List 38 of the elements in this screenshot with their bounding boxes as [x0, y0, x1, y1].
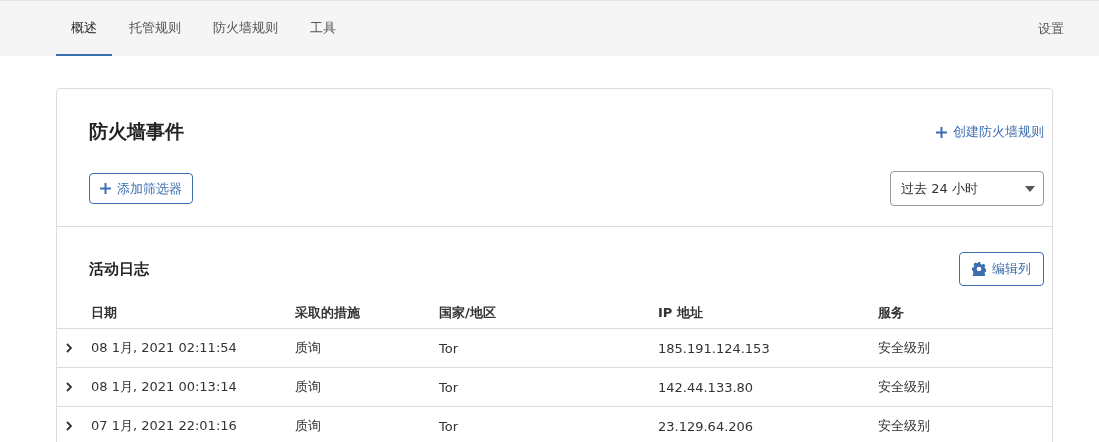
- table-cell: 质询: [295, 418, 321, 433]
- caret-icon: [1025, 185, 1035, 192]
- table-cell: 08 1月, 2021 00:13:14: [91, 379, 237, 394]
- plus-icon: [100, 183, 111, 194]
- table-cell: Tor: [439, 379, 459, 395]
- chevron-icon[interactable]: [66, 382, 73, 392]
- table-cell: 质询: [295, 379, 321, 394]
- column-header: 日期: [91, 298, 295, 329]
- nav-tab[interactable]: 托管规则: [114, 1, 196, 56]
- column-header: 国家/地区: [439, 298, 658, 329]
- table-cell: 23.129.64.206: [658, 418, 754, 434]
- time-range-dropdown[interactable]: 过去 24 小时: [890, 171, 1044, 206]
- settings-link[interactable]: 设置: [1038, 19, 1064, 38]
- add-filter-button[interactable]: 添加筛选器: [89, 173, 193, 204]
- create-rule-link[interactable]: 创建防火墙规则: [936, 123, 1044, 141]
- chevron-icon[interactable]: [66, 421, 73, 431]
- table-cell: Tor: [439, 418, 459, 434]
- nav-tab[interactable]: 防火墙规则: [198, 1, 293, 56]
- column-header: 服务: [878, 298, 1052, 329]
- column-header: IP 地址: [658, 298, 878, 329]
- table-cell: 安全级别: [878, 418, 930, 433]
- table-cell: Tor: [439, 340, 459, 356]
- section-title: 防火墙事件: [89, 119, 184, 144]
- table-cell: 08 1月, 2021 02:11:54: [91, 340, 237, 355]
- settings-icon: [972, 262, 986, 276]
- nav-tab[interactable]: 工具: [295, 1, 351, 56]
- table-cell: 185.191.124.153: [658, 340, 770, 356]
- table-cell: 安全级别: [878, 379, 930, 394]
- chevron-icon[interactable]: [66, 343, 73, 353]
- table-cell: 安全级别: [878, 340, 930, 355]
- section-title: 活动日志: [89, 259, 149, 279]
- table-cell: 07 1月, 2021 22:01:16: [91, 418, 237, 433]
- nav-tab[interactable]: 概述: [56, 1, 112, 56]
- table-cell: 质询: [295, 340, 321, 355]
- table-cell: 142.44.133.80: [658, 379, 754, 395]
- edit-columns-button[interactable]: 编辑列: [959, 252, 1044, 286]
- plus-icon: [936, 126, 947, 138]
- column-header: 采取的措施: [295, 298, 439, 329]
